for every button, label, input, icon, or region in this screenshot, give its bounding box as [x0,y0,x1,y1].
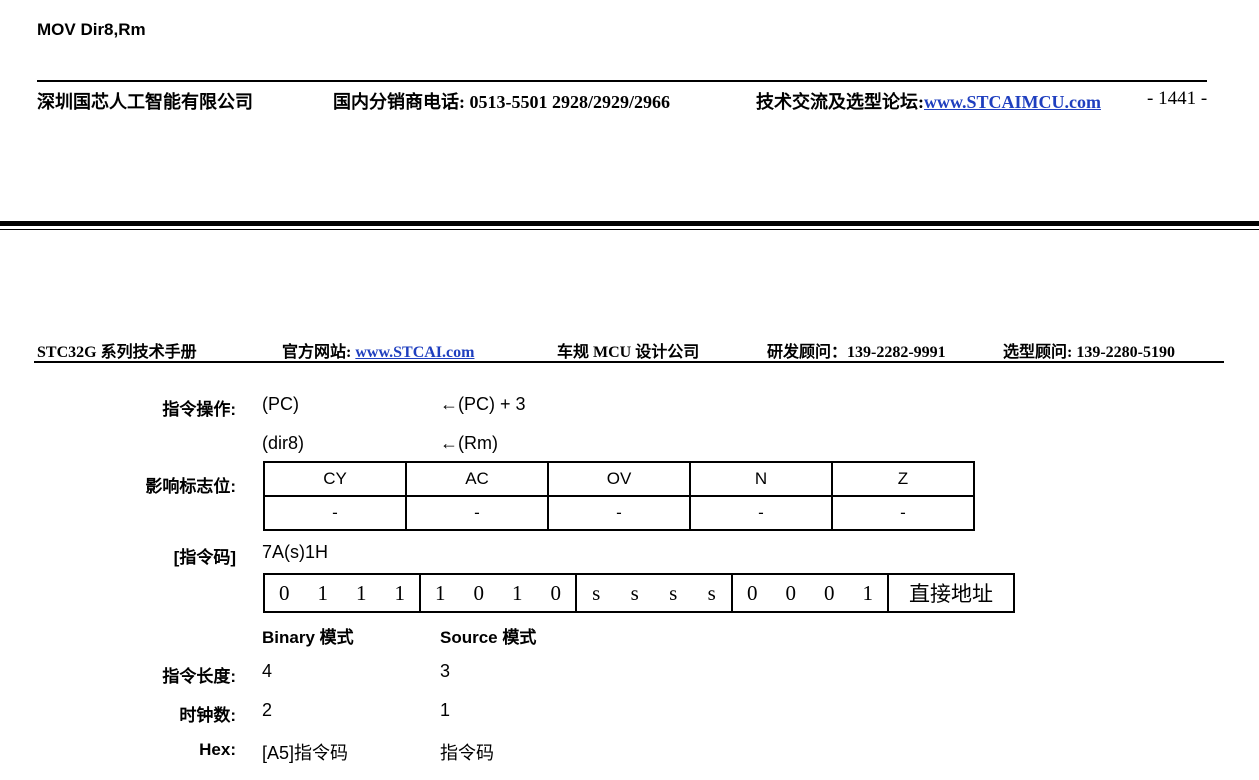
operation-dest: (PC) [262,394,299,414]
flag-z-value: - [831,495,975,531]
flag-cy-header: CY [263,461,407,497]
operation-src: ←(Rm) [440,433,498,453]
clocks-binary: 2 [262,700,273,720]
company-name: 深圳国芯人工智能有限公司 [37,92,253,112]
header-divider [34,361,1224,363]
bit: 1 [435,580,446,605]
page-number: - 1441 - [1147,88,1208,109]
bit: 0 [747,580,758,605]
bit-group-1: 0 1 1 1 [263,573,421,613]
bit-group-2: 1 0 1 0 [419,573,577,613]
flag-cy-value: - [263,495,407,531]
bit: 0 [824,580,835,605]
bit: 1 [862,580,874,605]
site-label: 官方网站: [282,344,352,361]
bit: 0 [279,580,290,605]
site-link[interactable]: www.STCAI.com [355,344,474,361]
bit: 1 [356,580,367,605]
clocks-source: 1 [440,700,451,720]
forum-info: 技术交流及选型论坛:www.STCAIMCU.com [756,88,1101,114]
bit: s [707,580,716,605]
selection-consultant: 选型顾问: 139-2280-5190 [1003,344,1175,361]
bit-group-4: 0 0 0 1 [731,573,889,613]
length-source: 3 [440,661,451,681]
auto-mcu: 车规 MCU 设计公司 [557,344,700,361]
hex-binary: [A5]指令码 [262,743,349,763]
flags-table: CY AC OV N Z - - - - - [263,461,975,531]
site-info: 官方网站: www.STCAI.com [282,338,474,362]
bit: 0 [550,580,562,605]
flag-n-header: N [689,461,833,497]
bit: 1 [512,580,523,605]
bit: 0 [473,580,485,605]
length-label: 指令长度: [162,667,236,686]
flag-ac-value: - [405,495,549,531]
bit: 1 [317,580,329,605]
instruction-title: MOV Dir8,Rm [37,20,146,39]
flag-ov-header: OV [547,461,691,497]
phone-info: 国内分销商电话: 0513-5501 2928/2929/2966 [333,88,670,114]
length-binary: 4 [262,661,273,681]
flags-label: 影响标志位: [145,477,236,496]
opcode-label: [指令码] [173,548,236,567]
hex-label: Hex: [199,740,236,759]
phone-label: 国内分销商电话: [333,92,465,112]
bit: s [630,580,639,605]
bit: s [669,580,678,605]
bit: 0 [785,580,797,605]
opcode-bits-table: 0 1 1 1 1 0 1 0 s s s s 0 0 0 1 直接地址 [263,573,1015,613]
source-mode-header: Source 模式 [440,628,537,647]
bit-group-3: s s s s [575,573,733,613]
manual-title: STC32G 系列技术手册 [37,344,197,361]
flag-n-value: - [689,495,833,531]
opcode-value: 7A(s)1H [262,542,329,562]
page-break-thick [0,221,1259,226]
divider [37,80,1207,82]
bit: s [592,580,601,605]
rd-consultant: 研发顾问：139-2282-9991 [767,344,946,361]
operation-label: 指令操作: [162,400,236,419]
flag-z-header: Z [831,461,975,497]
direct-address-cell: 直接地址 [887,573,1015,613]
bit: 1 [394,580,406,605]
hex-source: 指令码 [440,743,494,763]
flag-ov-value: - [547,495,691,531]
flag-ac-header: AC [405,461,549,497]
forum-link[interactable]: www.STCAIMCU.com [924,92,1101,112]
page-break-thin [0,229,1259,230]
operation-dest: (dir8) [262,433,305,453]
clocks-label: 时钟数: [179,706,236,725]
phone-number: 0513-5501 2928/2929/2966 [469,92,671,112]
forum-label: 技术交流及选型论坛: [756,92,924,112]
binary-mode-header: Binary 模式 [262,628,354,647]
operation-src: ←(PC) + 3 [440,394,526,414]
